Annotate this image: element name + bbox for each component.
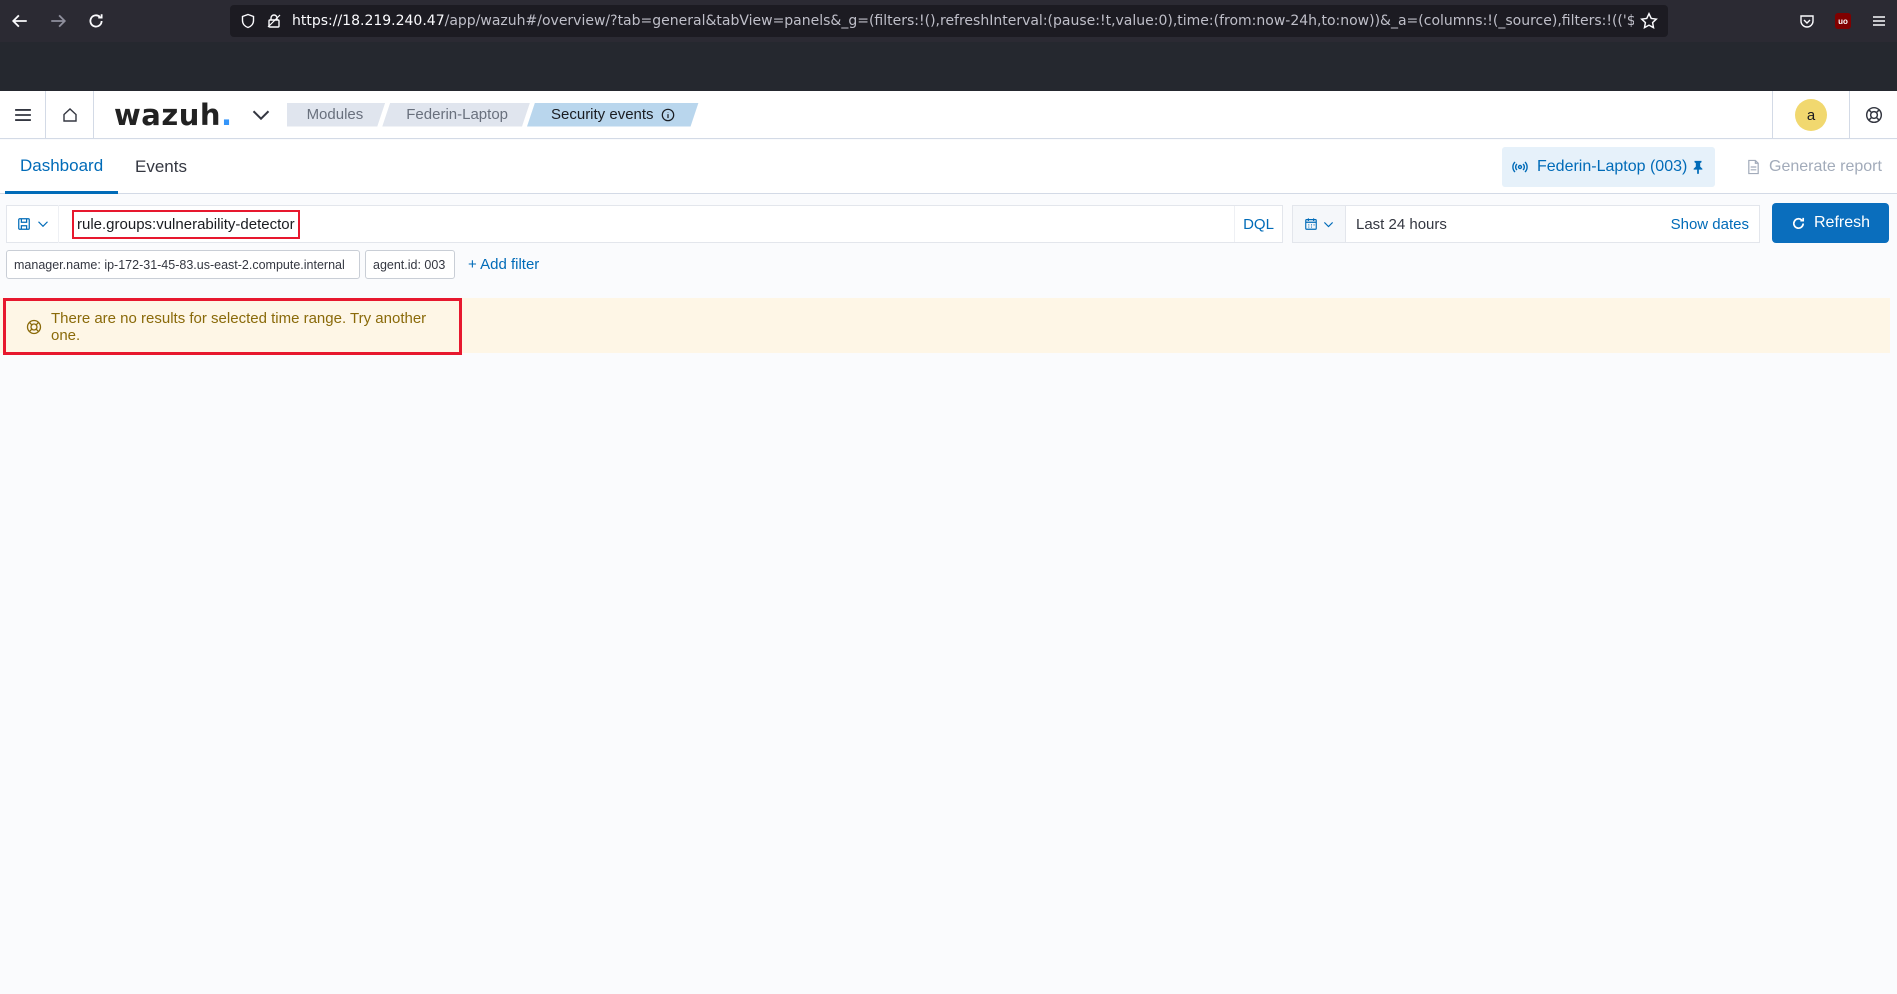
reload-button[interactable]: [78, 5, 114, 37]
saved-queries-button[interactable]: [7, 205, 59, 243]
help-icon: [1865, 106, 1882, 124]
generate-report-label: Generate report: [1769, 158, 1882, 175]
quick-menu-button[interactable]: [1293, 206, 1346, 242]
browser-extensions: uo: [1789, 0, 1897, 42]
arrow-right-icon: [51, 14, 67, 28]
ublock-button[interactable]: uo: [1825, 13, 1861, 29]
chevron-down-icon: [37, 221, 48, 228]
agent-selector[interactable]: Federin-Laptop (003): [1502, 147, 1715, 187]
breadcrumb-label: Federin-Laptop: [406, 106, 508, 123]
star-icon[interactable]: [1640, 12, 1658, 30]
home-icon: [62, 107, 77, 122]
refresh-icon: [1793, 217, 1805, 229]
help-icon: [26, 319, 42, 334]
pin-icon[interactable]: [1691, 159, 1705, 175]
home-button[interactable]: [46, 90, 94, 139]
menu-icon: [1873, 16, 1885, 26]
calendar-icon: [1305, 218, 1317, 230]
breadcrumb-security-events[interactable]: Security events: [527, 103, 699, 127]
date-picker: Last 24 hours Show dates: [1292, 205, 1760, 243]
breadcrumb-agent[interactable]: Federin-Laptop: [382, 103, 530, 127]
tab-events[interactable]: Events: [120, 140, 202, 193]
header-divider: [1772, 91, 1773, 139]
address-bar[interactable]: https://18.219.240.47/app/wazuh#/overvie…: [230, 5, 1668, 37]
app-header: wazuh. Modules Federin-Laptop Security e…: [0, 90, 1897, 139]
chevron-down-icon[interactable]: [251, 105, 271, 125]
browser-toolbar: https://18.219.240.47/app/wazuh#/overvie…: [0, 0, 1897, 42]
help-button[interactable]: [1849, 91, 1897, 139]
callout-text: There are no results for selected time r…: [50, 309, 427, 344]
info-icon[interactable]: [661, 108, 675, 122]
breadcrumb-modules[interactable]: Modules: [287, 103, 386, 127]
refresh-button[interactable]: Refresh: [1772, 203, 1889, 243]
url-path: /app/wazuh#/overview/?tab=general&tabVie…: [444, 13, 1634, 29]
forward-button[interactable]: [40, 5, 76, 37]
url-host: https://18.219.240.47: [292, 13, 445, 29]
avatar[interactable]: a: [1795, 99, 1827, 131]
date-range-label[interactable]: Last 24 hours: [1356, 216, 1447, 233]
wazuh-logo[interactable]: wazuh.: [114, 98, 233, 132]
chevron-down-icon: [1323, 221, 1334, 227]
search-bar: rule.groups:vulnerability-detector DQL: [6, 205, 1283, 243]
reload-icon: [89, 14, 103, 28]
back-button[interactable]: [2, 5, 38, 37]
header-right: a: [1772, 91, 1897, 139]
breadcrumb-label: Security events: [551, 106, 654, 123]
agent-label: Federin-Laptop (003): [1537, 158, 1688, 175]
shield-icon[interactable]: [240, 13, 256, 29]
query-input[interactable]: rule.groups:vulnerability-detector: [72, 209, 300, 239]
url-text[interactable]: https://18.219.240.47/app/wazuh#/overvie…: [292, 13, 1634, 29]
lock-icon[interactable]: [266, 13, 282, 29]
hamburger-icon: [14, 108, 31, 121]
browser-content-gap: [0, 42, 1897, 91]
logo-text: wazuh: [114, 97, 222, 132]
broadcast-icon: [1512, 161, 1528, 173]
arrow-left-icon: [11, 14, 27, 28]
breadcrumb-label: Modules: [306, 106, 364, 123]
document-icon: [1748, 159, 1759, 175]
no-results-message: There are no results for selected time r…: [3, 298, 462, 355]
show-dates-link[interactable]: Show dates: [1671, 216, 1749, 233]
generate-report-button[interactable]: Generate report: [1746, 147, 1882, 187]
refresh-label: Refresh: [1813, 214, 1871, 231]
tab-dashboard[interactable]: Dashboard: [5, 140, 119, 194]
add-filter-button[interactable]: + Add filter: [468, 250, 539, 279]
filter-pill-agent[interactable]: agent.id: 003: [365, 250, 455, 279]
breadcrumb: Modules Federin-Laptop Security events: [287, 103, 696, 127]
menu-button[interactable]: [1861, 13, 1897, 29]
dql-toggle[interactable]: DQL: [1234, 206, 1282, 242]
pocket-button[interactable]: [1789, 13, 1825, 29]
side-menu-button[interactable]: [0, 90, 46, 139]
save-icon: [17, 218, 30, 230]
pocket-icon: [1800, 15, 1814, 28]
ublock-icon: uo: [1835, 13, 1851, 29]
filter-pill-manager[interactable]: manager.name: ip-172-31-45-83.us-east-2.…: [6, 250, 360, 279]
tabs-bar: Dashboard Events Federin-Laptop (003) Ge…: [0, 140, 1897, 194]
logo-dot: .: [221, 97, 233, 132]
